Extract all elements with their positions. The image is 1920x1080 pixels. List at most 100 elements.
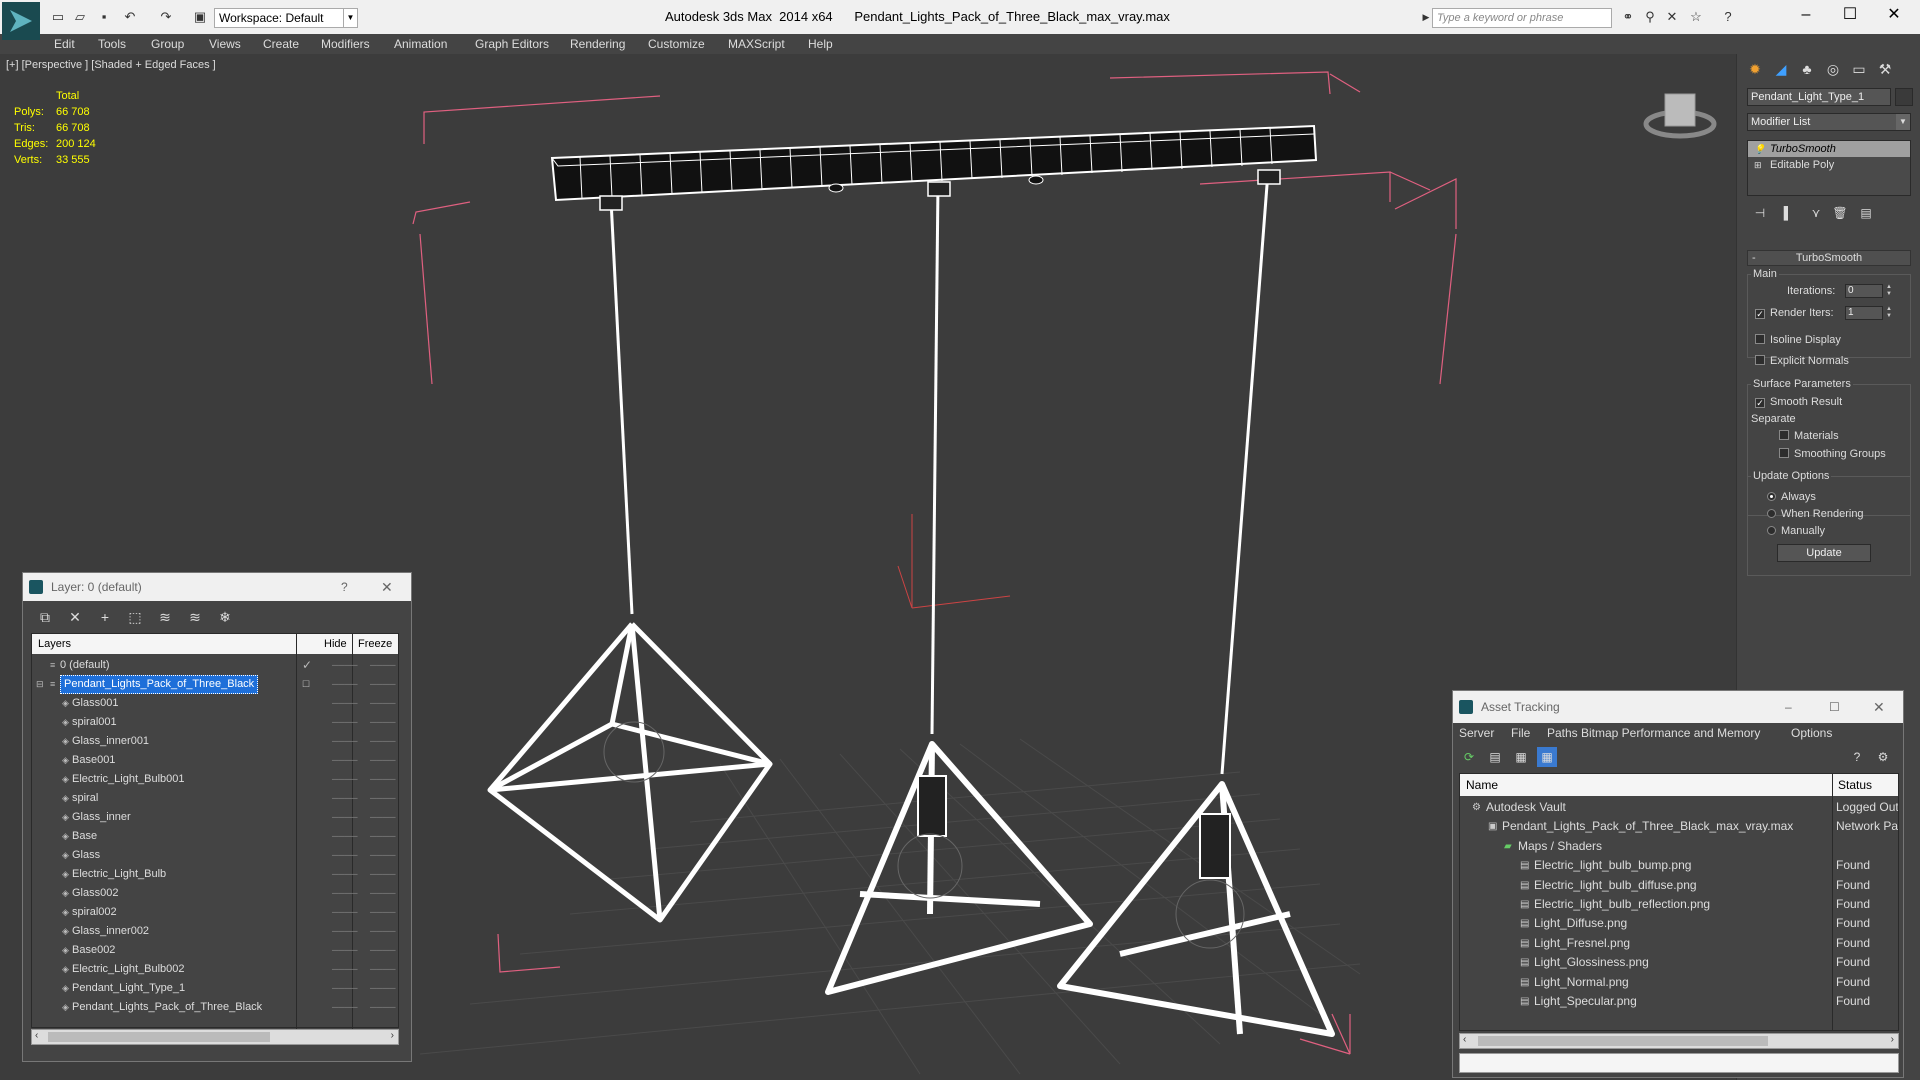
always-radio[interactable]: Always (1767, 491, 1816, 503)
freeze-toggle[interactable]: ──── (370, 922, 396, 941)
hierarchy-tab-icon[interactable]: ♣ (1795, 58, 1819, 80)
asset-row[interactable]: ▣ Pendant_Lights_Pack_of_Three_Black_max_… (1460, 817, 1898, 836)
scroll-left-icon[interactable]: ‹ (35, 1030, 38, 1041)
freeze-toggle[interactable]: ──── (370, 960, 396, 979)
layer-row[interactable]: ◈ Electric_Light_Bulb ──── ──── (32, 865, 398, 884)
checkbox-icon[interactable] (1755, 334, 1765, 344)
radio-icon[interactable] (1767, 509, 1776, 518)
layer-row[interactable]: ◈ Pendant_Light_Type_1 ──── ──── (32, 979, 398, 998)
asset-row[interactable]: ▤ Electric_light_bulb_bump.png Found (1460, 856, 1898, 875)
open-file-icon[interactable]: ▱ (72, 9, 88, 25)
communication-icon[interactable]: ⚲ (1642, 9, 1658, 25)
asset-row[interactable]: ▤ Light_Specular.png Found (1460, 992, 1898, 1011)
expand-plus-icon[interactable]: ⊞ (1754, 157, 1762, 173)
hide-toggle[interactable]: ──── (332, 998, 358, 1017)
show-end-result-icon[interactable]: ▌ (1777, 204, 1799, 222)
manually-radio[interactable]: Manually (1767, 525, 1825, 537)
modifier-list-dropdown[interactable]: Modifier List ▼ (1747, 113, 1911, 131)
add-to-layer-icon[interactable]: + (95, 607, 115, 627)
layer-row[interactable]: ◈ spiral002 ──── ──── (32, 903, 398, 922)
help-icon[interactable]: ? (341, 573, 348, 601)
app-logo-icon[interactable] (2, 2, 40, 40)
menu-help[interactable]: Help (808, 37, 833, 51)
layer-row[interactable]: ◈ Electric_Light_Bulb002 ──── ──── (32, 960, 398, 979)
maximize-icon[interactable]: ☐ (1829, 691, 1840, 723)
asset-menu-paths[interactable]: Paths (1547, 726, 1578, 740)
search-input[interactable]: Type a keyword or phrase (1432, 8, 1612, 28)
save-icon[interactable]: ▪ (96, 9, 112, 25)
asset-row[interactable]: ▤ Light_Normal.png Found (1460, 973, 1898, 992)
checkbox-icon[interactable] (1779, 430, 1789, 440)
tree-view-icon[interactable]: ▦ (1511, 747, 1531, 767)
hide-toggle[interactable]: ──── (332, 789, 358, 808)
hide-toggle[interactable]: ──── (332, 846, 358, 865)
layer-dialog-titlebar[interactable]: Layer: 0 (default) ? ✕ (23, 573, 411, 601)
menu-rendering[interactable]: Rendering (570, 37, 625, 51)
asset-row[interactable]: ⚙ Autodesk Vault Logged Out (1460, 798, 1898, 817)
scroll-right-icon[interactable]: › (1891, 1034, 1894, 1045)
checkbox-icon[interactable] (1755, 355, 1765, 365)
col-name[interactable]: Name (1466, 778, 1498, 792)
freeze-toggle[interactable]: ──── (370, 865, 396, 884)
asset-menu-file[interactable]: File (1511, 726, 1530, 740)
hide-toggle[interactable]: ──── (332, 827, 358, 846)
viewport-label[interactable]: [+] [Perspective ] [Shaded + Edged Faces… (6, 59, 216, 71)
menu-group[interactable]: Group (151, 37, 184, 51)
minimize-icon[interactable]: – (1794, 5, 1818, 25)
turbosmooth-rollout-header[interactable]: - TurboSmooth (1747, 250, 1911, 266)
stack-item-turbosmooth[interactable]: 💡 TurboSmooth (1748, 141, 1910, 157)
project-folder-icon[interactable]: ▣ (192, 9, 208, 25)
scroll-left-icon[interactable]: ‹ (1463, 1034, 1466, 1045)
binoculars-icon[interactable]: ⚭ (1620, 9, 1636, 25)
freeze-toggle[interactable]: ──── (370, 732, 396, 751)
asset-row[interactable]: ▰ Maps / Shaders (1460, 837, 1898, 856)
when-rendering-radio[interactable]: When Rendering (1767, 508, 1864, 520)
radio-icon[interactable] (1767, 526, 1776, 535)
freeze-toggle[interactable]: ──── (370, 941, 396, 960)
checkbox-checked-icon[interactable]: ✓ (1755, 398, 1765, 408)
remove-modifier-icon[interactable]: 🗑 (1829, 204, 1851, 222)
lightbulb-icon[interactable]: 💡 (1754, 141, 1765, 157)
freeze-toggle[interactable]: ──── (370, 808, 396, 827)
close-icon[interactable]: ✕ (1882, 5, 1906, 25)
col-freeze[interactable]: Freeze (358, 638, 392, 650)
layer-row[interactable]: ◈ Glass002 ──── ──── (32, 884, 398, 903)
asset-menu-server[interactable]: Server (1459, 726, 1494, 740)
render-iters-spinner[interactable]: 1 (1845, 306, 1883, 320)
col-layers[interactable]: Layers (38, 638, 71, 650)
settings-icon[interactable]: ⚙ (1873, 747, 1893, 767)
hide-all-layers-icon[interactable]: ≋ (185, 607, 205, 627)
layer-row[interactable]: ◈ Glass_inner ──── ──── (32, 808, 398, 827)
spinner-arrows-icon[interactable]: ▲ ▼ (1885, 306, 1893, 320)
freeze-toggle[interactable]: ──── (370, 656, 396, 675)
hide-toggle[interactable]: ──── (332, 713, 358, 732)
layer-row[interactable]: ◈ Glass ──── ──── (32, 846, 398, 865)
exchange-icon[interactable]: ✕ (1664, 9, 1680, 25)
hide-toggle[interactable]: ──── (332, 941, 358, 960)
table-view-icon[interactable]: ▦ (1537, 747, 1557, 767)
maximize-icon[interactable]: ☐ (1838, 5, 1862, 25)
isoline-row[interactable]: Isoline Display (1755, 334, 1841, 346)
select-objects-icon[interactable]: ⬚ (125, 607, 145, 627)
layer-row[interactable]: ◈ spiral ──── ──── (32, 789, 398, 808)
asset-menu-bitmap[interactable]: Bitmap Performance and Memory (1581, 726, 1760, 740)
pin-stack-icon[interactable]: ⊣ (1749, 204, 1771, 222)
col-hide[interactable]: Hide (324, 638, 347, 650)
freeze-toggle[interactable]: ──── (370, 998, 396, 1017)
hide-toggle[interactable]: ──── (332, 808, 358, 827)
hide-toggle[interactable]: ──── (332, 884, 358, 903)
menu-animation[interactable]: Animation (394, 37, 447, 51)
freeze-toggle[interactable]: ──── (370, 979, 396, 998)
workspace-select[interactable]: Workspace: Default ▼ (214, 8, 358, 28)
highlight-layer-icon[interactable]: ≋ (155, 607, 175, 627)
explicit-normals-row[interactable]: Explicit Normals (1755, 355, 1849, 367)
freeze-toggle[interactable]: ──── (370, 770, 396, 789)
layer-row[interactable]: ◈ Base001 ──── ──── (32, 751, 398, 770)
layer-horizontal-scrollbar[interactable]: ‹ › (31, 1029, 399, 1045)
list-view-icon[interactable]: ▤ (1485, 747, 1505, 767)
render-iters-row[interactable]: ✓ Render Iters: (1755, 307, 1834, 319)
iterations-spinner[interactable]: 0 (1845, 284, 1883, 298)
layer-row[interactable]: ≡ ⊟ Pendant_Lights_Pack_of_Three_Black ☐ ───… (32, 675, 398, 694)
close-icon[interactable]: ✕ (381, 573, 393, 601)
asset-row[interactable]: ▤ Light_Fresnel.png Found (1460, 934, 1898, 953)
